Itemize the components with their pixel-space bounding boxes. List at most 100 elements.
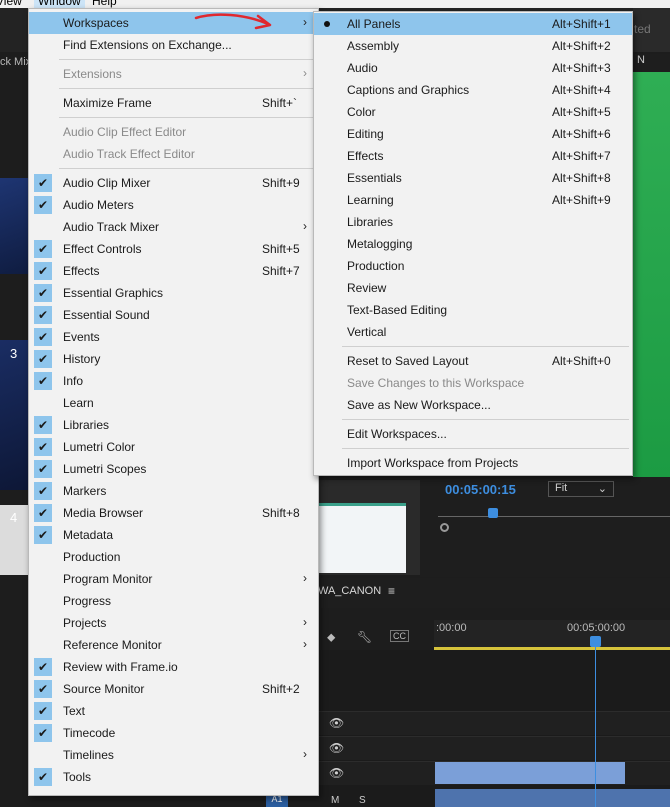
- eye-icon[interactable]: 👁︎: [329, 766, 344, 780]
- menu-item-label: Review with Frame.io: [63, 660, 178, 674]
- marker-icon[interactable]: ⬥: [327, 630, 335, 645]
- menu-item-label: Reset to Saved Layout: [347, 354, 469, 368]
- menu-item-projects[interactable]: Projects ›: [29, 612, 318, 634]
- menu-item-reference-monitor[interactable]: Reference Monitor ›: [29, 634, 318, 656]
- audio-mixer-tab[interactable]: ck Mixe: [0, 56, 30, 72]
- menu-item-effects[interactable]: ✔ Effects Shift+7: [29, 260, 318, 282]
- menu-item-review-with-frame-io[interactable]: ✔ Review with Frame.io: [29, 656, 318, 678]
- menu-item-tools[interactable]: ✔ Tools: [29, 766, 318, 788]
- menu-item-label: Libraries: [347, 215, 394, 229]
- chevron-right-icon: ›: [303, 571, 307, 585]
- solo-button[interactable]: S: [359, 795, 366, 806]
- menu-item-learn[interactable]: Learn: [29, 392, 318, 414]
- menu-item-libraries[interactable]: ✔ Libraries: [29, 414, 318, 436]
- menu-item-production[interactable]: Production: [29, 546, 318, 568]
- menu-item-metadata[interactable]: ✔ Metadata: [29, 524, 318, 546]
- menu-item-effect-controls[interactable]: ✔ Effect Controls Shift+5: [29, 238, 318, 260]
- monitor-tab[interactable]: N: [633, 54, 670, 72]
- menu-item-maximize-frame[interactable]: Maximize Frame Shift+`: [29, 92, 318, 114]
- menu-item-essential-sound[interactable]: ✔ Essential Sound: [29, 304, 318, 326]
- mute-button[interactable]: M: [331, 795, 339, 806]
- menu-item-text[interactable]: ✔ Text: [29, 700, 318, 722]
- eye-icon[interactable]: 👁︎: [329, 741, 344, 755]
- menu-item-label: Essential Sound: [63, 308, 150, 322]
- menu-item-info[interactable]: ✔ Info: [29, 370, 318, 392]
- menu-item-audio-clip-mixer[interactable]: ✔ Audio Clip Mixer Shift+9: [29, 172, 318, 194]
- menu-item-audio-meters[interactable]: ✔ Audio Meters: [29, 194, 318, 216]
- menu-item-events[interactable]: ✔ Events: [29, 326, 318, 348]
- workspace-item-color[interactable]: Color Alt+Shift+5: [314, 101, 632, 123]
- menu-item-timecode[interactable]: ✔ Timecode: [29, 722, 318, 744]
- menu-item-media-browser[interactable]: ✔ Media Browser Shift+8: [29, 502, 318, 524]
- workspace-item-metalogging[interactable]: Metalogging: [314, 233, 632, 255]
- chevron-right-icon: ›: [303, 637, 307, 651]
- eye-icon[interactable]: 👁︎: [329, 716, 344, 730]
- workspace-item-edit-workspaces[interactable]: Edit Workspaces...: [314, 423, 632, 445]
- menu-item-source-monitor[interactable]: ✔ Source Monitor Shift+2: [29, 678, 318, 700]
- wrench-icon[interactable]: 🔧︎: [357, 630, 372, 644]
- workspace-item-libraries[interactable]: Libraries: [314, 211, 632, 233]
- menu-item-program-monitor[interactable]: Program Monitor ›: [29, 568, 318, 590]
- clip-thumbnail[interactable]: [0, 340, 30, 490]
- menu-item-label: Projects: [63, 616, 107, 630]
- workspace-item-audio[interactable]: Audio Alt+Shift+3: [314, 57, 632, 79]
- clip-thumbnail[interactable]: [0, 178, 30, 274]
- menu-item-shortcut: Alt+Shift+3: [552, 61, 611, 75]
- active-workspace-dot-icon: [324, 21, 330, 27]
- menu-separator: [342, 448, 629, 449]
- checkmark-icon: ✔: [34, 680, 52, 698]
- menu-item-lumetri-scopes[interactable]: ✔ Lumetri Scopes: [29, 458, 318, 480]
- hamburger-menu-icon[interactable]: ≡: [388, 584, 395, 598]
- menu-window[interactable]: Window: [34, 0, 85, 8]
- menu-item-markers[interactable]: ✔ Markers: [29, 480, 318, 502]
- workspace-item-production[interactable]: Production: [314, 255, 632, 277]
- track-row: [318, 711, 670, 735]
- workspace-item-review[interactable]: Review: [314, 277, 632, 299]
- menu-item-shortcut: Alt+Shift+0: [552, 354, 611, 368]
- menu-item-audio-track-mixer[interactable]: Audio Track Mixer ›: [29, 216, 318, 238]
- menu-item-shortcut: Alt+Shift+1: [552, 17, 611, 31]
- checkmark-icon: ✔: [34, 768, 52, 786]
- workspace-item-vertical[interactable]: Vertical: [314, 321, 632, 343]
- menu-item-progress[interactable]: Progress: [29, 590, 318, 612]
- workspace-item-editing[interactable]: Editing Alt+Shift+6: [314, 123, 632, 145]
- checkmark-icon: ✔: [34, 438, 52, 456]
- workspace-item-captions-and-graphics[interactable]: Captions and Graphics Alt+Shift+4: [314, 79, 632, 101]
- captions-icon[interactable]: CC: [390, 630, 409, 642]
- timeline-ruler[interactable]: [434, 620, 670, 650]
- sequence-tab[interactable]: WA_CANON: [318, 585, 381, 597]
- menu-item-label: Audio Meters: [63, 198, 134, 212]
- menu-item-label: Media Browser: [63, 506, 144, 520]
- workspace-item-assembly[interactable]: Assembly Alt+Shift+2: [314, 35, 632, 57]
- playhead-line: [595, 645, 596, 807]
- menu-item-find-extensions-on-exchange[interactable]: Find Extensions on Exchange...: [29, 34, 318, 56]
- workspace-item-effects[interactable]: Effects Alt+Shift+7: [314, 145, 632, 167]
- workspace-item-save-as-new-workspace[interactable]: Save as New Workspace...: [314, 394, 632, 416]
- clip-thumbnail[interactable]: [318, 503, 406, 573]
- workspace-item-reset-to-saved-layout[interactable]: Reset to Saved Layout Alt+Shift+0: [314, 350, 632, 372]
- menu-item-essential-graphics[interactable]: ✔ Essential Graphics: [29, 282, 318, 304]
- menu-item-timelines[interactable]: Timelines ›: [29, 744, 318, 766]
- zoom-fit-select[interactable]: Fit ⌄: [548, 481, 614, 497]
- workspace-item-text-based-editing[interactable]: Text-Based Editing: [314, 299, 632, 321]
- monitor-ruler: [438, 516, 670, 517]
- checkmark-icon: ✔: [34, 240, 52, 258]
- menu-item-label: Audio: [347, 61, 378, 75]
- workspace-item-import-workspace-from-projects[interactable]: Import Workspace from Projects: [314, 452, 632, 474]
- menu-view[interactable]: View: [0, 0, 22, 8]
- menu-item-extensions: Extensions ›: [29, 63, 318, 85]
- menu-item-history[interactable]: ✔ History: [29, 348, 318, 370]
- menu-item-lumetri-color[interactable]: ✔ Lumetri Color: [29, 436, 318, 458]
- audio-clip[interactable]: [435, 789, 670, 807]
- menu-item-label: Effects: [347, 149, 384, 163]
- video-clip[interactable]: [435, 762, 625, 784]
- workspace-item-all-panels[interactable]: All Panels Alt+Shift+1: [314, 13, 632, 35]
- menu-help[interactable]: Help: [92, 0, 117, 8]
- program-timecode[interactable]: 00:05:00:15: [445, 482, 516, 497]
- in-point-marker[interactable]: [440, 523, 449, 532]
- monitor-playhead[interactable]: [488, 508, 498, 518]
- workspace-item-learning[interactable]: Learning Alt+Shift+9: [314, 189, 632, 211]
- workspace-item-essentials[interactable]: Essentials Alt+Shift+8: [314, 167, 632, 189]
- menu-item-label: Tools: [63, 770, 92, 784]
- menu-item-label: Essentials: [347, 171, 402, 185]
